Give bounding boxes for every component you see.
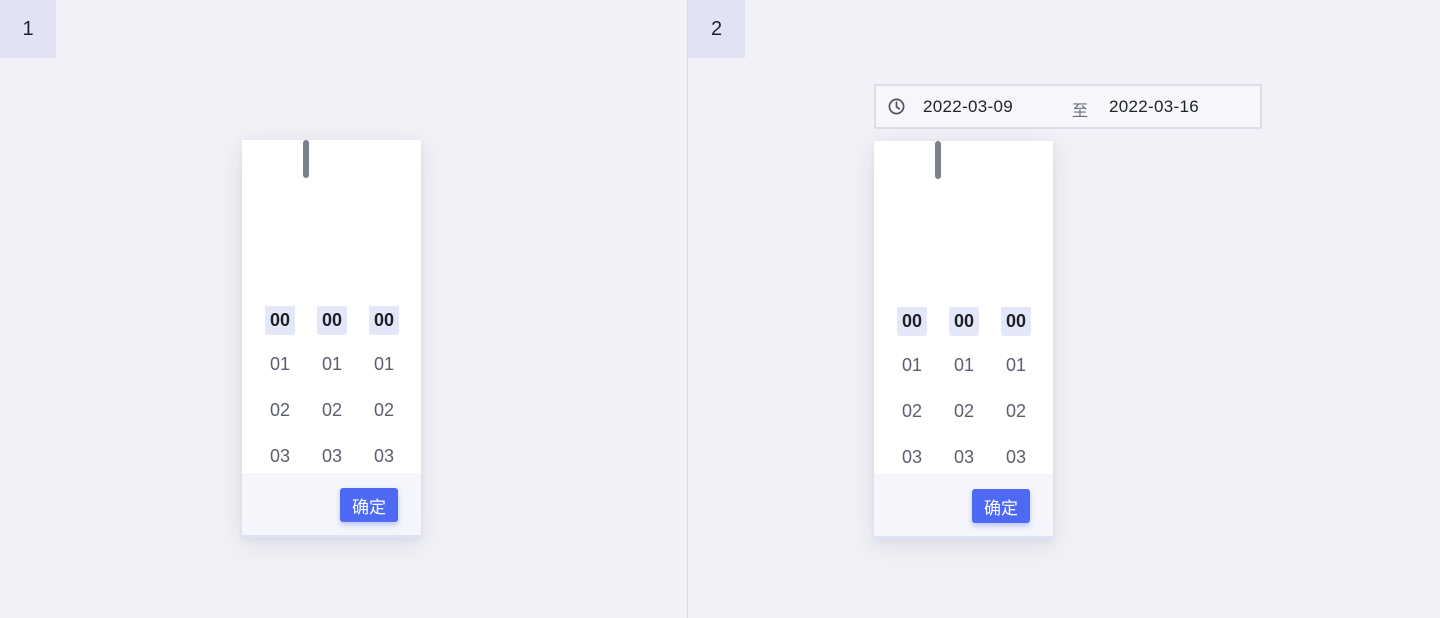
hour-column[interactable]: 00 01 02 03 xyxy=(265,306,295,474)
confirm-button[interactable]: 确定 xyxy=(972,489,1030,523)
minute-option[interactable]: 02 xyxy=(317,398,347,444)
hour-option[interactable]: 03 xyxy=(265,444,295,474)
second-option[interactable]: 03 xyxy=(369,444,399,474)
time-range-input[interactable]: 2022-03-09 至 2022-03-16 xyxy=(874,84,1262,129)
second-column[interactable]: 00 01 02 03 xyxy=(369,306,399,474)
range-start-value[interactable]: 2022-03-09 xyxy=(923,97,1013,117)
hour-option[interactable]: 02 xyxy=(265,398,295,444)
minute-column[interactable]: 00 01 02 03 xyxy=(949,307,979,475)
minute-option[interactable]: 00 xyxy=(317,306,347,352)
picker-footer: 确定 xyxy=(874,474,1053,536)
second-option[interactable]: 02 xyxy=(1001,399,1031,445)
second-option[interactable]: 02 xyxy=(369,398,399,444)
minute-column[interactable]: 00 01 02 03 xyxy=(317,306,347,474)
scrollbar-thumb[interactable] xyxy=(303,140,309,178)
hour-option[interactable]: 01 xyxy=(265,352,295,398)
clock-icon xyxy=(888,98,905,115)
second-option[interactable]: 01 xyxy=(1001,353,1031,399)
second-column[interactable]: 00 01 02 03 xyxy=(1001,307,1031,475)
second-option[interactable]: 03 xyxy=(1001,445,1031,475)
hour-option[interactable]: 01 xyxy=(897,353,927,399)
hour-option[interactable]: 00 xyxy=(265,306,295,352)
hour-option[interactable]: 03 xyxy=(897,445,927,475)
minute-option[interactable]: 03 xyxy=(317,444,347,474)
time-picker-dropdown: 00 01 02 03 00 01 02 03 00 01 02 03 确定 xyxy=(242,140,421,538)
second-option[interactable]: 00 xyxy=(1001,307,1031,353)
hour-option[interactable]: 02 xyxy=(897,399,927,445)
time-columns: 00 01 02 03 00 01 02 03 00 01 02 03 xyxy=(874,307,1053,475)
hour-column[interactable]: 00 01 02 03 xyxy=(897,307,927,475)
step-badge: 2 xyxy=(688,0,745,58)
minute-option[interactable]: 03 xyxy=(949,445,979,475)
scrollbar-thumb[interactable] xyxy=(935,141,941,179)
second-option[interactable]: 01 xyxy=(369,352,399,398)
minute-option[interactable]: 01 xyxy=(317,352,347,398)
picker-footer: 确定 xyxy=(242,473,421,535)
panel-step-1: 1 00 01 02 03 00 01 02 03 00 01 02 03 确定 xyxy=(0,0,687,618)
minute-option[interactable]: 00 xyxy=(949,307,979,353)
confirm-button[interactable]: 确定 xyxy=(340,488,398,522)
hour-option[interactable]: 00 xyxy=(897,307,927,353)
time-columns: 00 01 02 03 00 01 02 03 00 01 02 03 xyxy=(242,306,421,474)
step-badge: 1 xyxy=(0,0,56,58)
minute-option[interactable]: 01 xyxy=(949,353,979,399)
range-end-value[interactable]: 2022-03-16 xyxy=(1109,97,1199,117)
minute-option[interactable]: 02 xyxy=(949,399,979,445)
time-picker-dropdown: 00 01 02 03 00 01 02 03 00 01 02 03 确定 xyxy=(874,141,1053,539)
second-option[interactable]: 00 xyxy=(369,306,399,352)
range-separator: 至 xyxy=(1072,101,1089,120)
panel-step-2: 2 2022-03-09 至 2022-03-16 00 01 02 03 00… xyxy=(688,0,1440,618)
